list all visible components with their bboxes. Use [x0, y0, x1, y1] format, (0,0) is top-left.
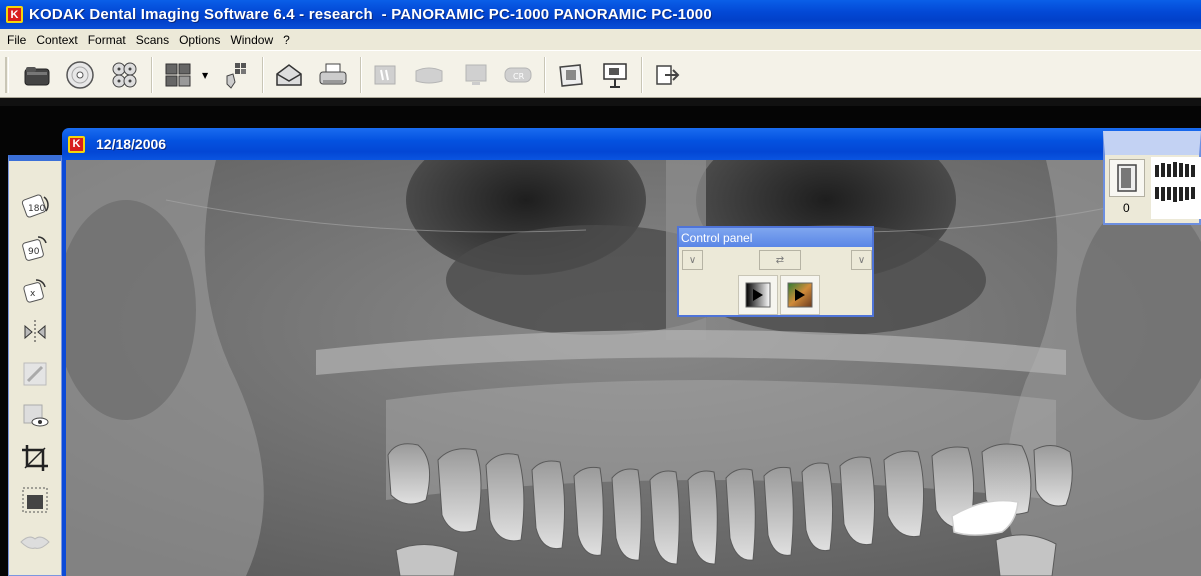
- rotate-90-icon[interactable]: 90: [18, 231, 52, 265]
- menu-scans[interactable]: Scans: [131, 33, 174, 47]
- envelope-icon[interactable]: [273, 59, 305, 91]
- image-window-title: 12/18/2006: [96, 136, 167, 152]
- toolbar-grip[interactable]: [5, 57, 9, 93]
- tooth-chart-icon[interactable]: [369, 59, 401, 91]
- folder-icon[interactable]: [21, 59, 53, 91]
- kodak-logo-icon: K: [6, 6, 23, 23]
- kodak-logo-letter: K: [70, 137, 83, 151]
- layout-icon[interactable]: [162, 59, 194, 91]
- workspace-strip: [0, 98, 1201, 106]
- monitor-icon[interactable]: [460, 59, 492, 91]
- menu-help[interactable]: ?: [278, 33, 295, 47]
- toolbar-separator: [262, 57, 264, 93]
- intraoral-icon[interactable]: [413, 59, 445, 91]
- crop-icon[interactable]: [18, 441, 52, 475]
- color-palette-button[interactable]: [780, 275, 820, 315]
- menu-options[interactable]: Options: [174, 33, 225, 47]
- hide-eye-icon[interactable]: [18, 399, 52, 433]
- app-title-bar: K KODAK Dental Imaging Software 6.4 - re…: [0, 0, 1201, 29]
- color-palette-icon: [787, 282, 813, 308]
- door-icon[interactable]: [1109, 159, 1145, 197]
- pen-icon[interactable]: [18, 357, 52, 391]
- multi-cd-icon[interactable]: [109, 59, 141, 91]
- select-region-icon[interactable]: [18, 483, 52, 517]
- main-toolbar: ▼ CR: [0, 50, 1201, 98]
- tool-palette: 180 90 x: [8, 155, 62, 576]
- funnel-icon: ∨: [857, 254, 866, 266]
- image-window: K 12/18/2006: [62, 128, 1201, 576]
- svg-text:CR: CR: [513, 72, 525, 81]
- toolbar-separator: [360, 57, 362, 93]
- svg-text:x: x: [30, 289, 36, 299]
- app-title: KODAK Dental Imaging Software 6.4 - rese…: [29, 6, 712, 23]
- flip-icon[interactable]: [18, 315, 52, 349]
- menu-file[interactable]: File: [2, 33, 31, 47]
- double-arrow-icon: ⇄: [775, 254, 785, 266]
- exit-icon[interactable]: [651, 59, 683, 91]
- rotate-free-icon[interactable]: x: [18, 273, 52, 307]
- rotate-180-icon[interactable]: 180: [18, 189, 52, 223]
- kodak-logo-letter: K: [8, 8, 21, 21]
- acquire-icon[interactable]: [220, 59, 252, 91]
- panoramic-xray-image[interactable]: [66, 160, 1201, 576]
- toolbar-separator: [641, 57, 643, 93]
- contrast-button[interactable]: [738, 275, 778, 315]
- image-window-title-bar[interactable]: K 12/18/2006: [62, 128, 1201, 160]
- kodak-logo-icon: K: [68, 135, 85, 153]
- cr-icon[interactable]: CR: [502, 59, 534, 91]
- contrast-icon: [745, 282, 771, 308]
- layout-dropdown-arrow-icon[interactable]: ▼: [202, 71, 208, 80]
- presentation-icon[interactable]: [599, 59, 631, 91]
- control-panel: Control panel ∨ ⇄ ∨: [677, 226, 874, 317]
- tooth-chart-thumbnail-icon[interactable]: [1151, 157, 1201, 219]
- contrast-slider-button[interactable]: ⇄: [759, 250, 801, 270]
- toolbar-separator: [544, 57, 546, 93]
- chevron-down-icon: ∨: [688, 254, 697, 266]
- collapse-left-button[interactable]: ∨: [682, 250, 703, 270]
- control-panel-title[interactable]: Control panel: [679, 228, 872, 247]
- svg-text:180: 180: [28, 204, 45, 214]
- menu-bar: File Context Format Scans Options Window…: [0, 29, 1201, 50]
- cd-icon[interactable]: [64, 59, 96, 91]
- lips-icon[interactable]: [18, 525, 52, 559]
- menu-window[interactable]: Window: [225, 33, 278, 47]
- thumbnail-count: 0: [1123, 201, 1130, 215]
- svg-text:90: 90: [28, 247, 40, 257]
- menu-context[interactable]: Context: [31, 33, 82, 47]
- thumbnail-panel: 0: [1103, 131, 1201, 225]
- toolbar-separator: [151, 57, 153, 93]
- collapse-right-button[interactable]: ∨: [851, 250, 872, 270]
- menu-format[interactable]: Format: [83, 33, 131, 47]
- image-window-frame: [62, 160, 1201, 576]
- frame-icon[interactable]: [555, 59, 587, 91]
- printer-icon[interactable]: [317, 59, 349, 91]
